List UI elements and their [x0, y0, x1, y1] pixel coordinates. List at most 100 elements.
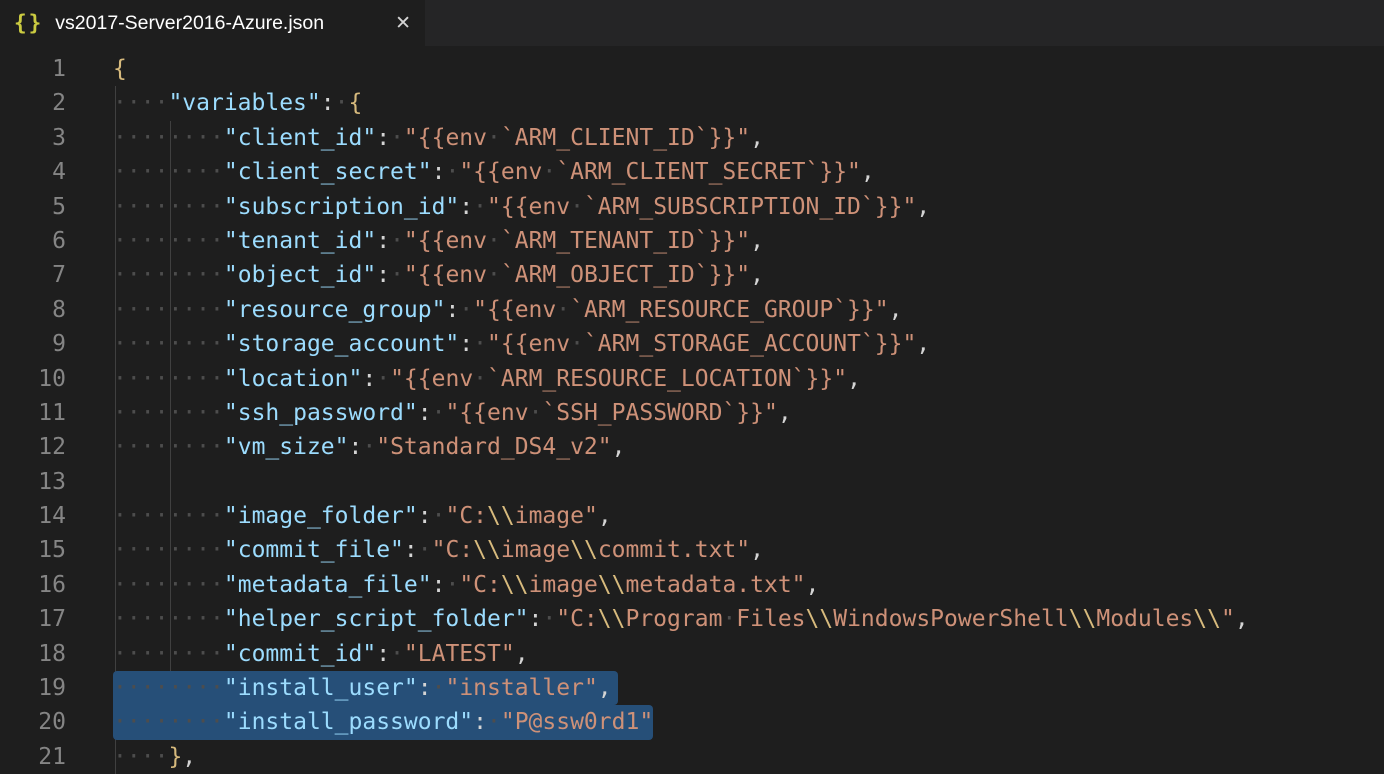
json-string-value: "C:: [445, 503, 487, 529]
code-line-12[interactable]: ········"vm_size":·"Standard_DS4_v2",: [113, 430, 1384, 464]
code-line-1[interactable]: {: [113, 52, 1384, 86]
json-string-value: image: [529, 572, 598, 598]
json-string-value: Program: [625, 606, 722, 632]
code-line-10[interactable]: ········"location":·"{{env·`ARM_RESOURCE…: [113, 362, 1384, 396]
json-punctuation: ,: [182, 744, 196, 770]
whitespace-dot: ·: [335, 90, 349, 116]
line-number[interactable]: 2: [0, 86, 66, 120]
json-string-value: "{{env: [404, 228, 487, 254]
code-line-5[interactable]: ········"subscription_id":·"{{env·`ARM_S…: [113, 190, 1384, 224]
code-line-19[interactable]: ········"install_user":·"installer",: [113, 671, 1384, 705]
json-punctuation: ,: [1235, 606, 1249, 632]
code-area[interactable]: {····"variables":·{········"client_id":·…: [113, 52, 1384, 774]
line-number[interactable]: 18: [0, 637, 66, 671]
code-line-9[interactable]: ········"storage_account":·"{{env·`ARM_S…: [113, 327, 1384, 361]
line-number[interactable]: 16: [0, 568, 66, 602]
code-line-2[interactable]: ····"variables":·{: [113, 86, 1384, 120]
code-line-13[interactable]: [113, 465, 1384, 499]
whitespace-dot: ·: [182, 606, 196, 632]
tab-filename: vs2017-Server2016-Azure.json: [55, 12, 385, 35]
whitespace-dot: ·: [487, 125, 501, 151]
line-number[interactable]: 11: [0, 396, 66, 430]
whitespace-dot: ·: [127, 297, 141, 323]
line-number[interactable]: 1: [0, 52, 66, 86]
json-punctuation: :: [376, 125, 390, 151]
tab-close-icon[interactable]: ✕: [395, 12, 411, 34]
whitespace-dot: ·: [418, 537, 432, 563]
json-string-value: `ARM_STORAGE_ACCOUNT`}}": [584, 331, 916, 357]
whitespace-dot: ·: [113, 503, 127, 529]
json-key: "variables": [168, 90, 320, 116]
code-line-6[interactable]: ········"tenant_id":·"{{env·`ARM_TENANT_…: [113, 224, 1384, 258]
json-key: "commit_id": [224, 641, 376, 667]
line-number-gutter[interactable]: 123456789101112131415161718192021: [0, 52, 66, 774]
whitespace-dot: ·: [127, 159, 141, 185]
json-punctuation: ,: [750, 228, 764, 254]
whitespace-dot: ·: [155, 228, 169, 254]
whitespace-dot: ·: [113, 297, 127, 323]
code-line-4[interactable]: ········"client_secret":·"{{env·`ARM_CLI…: [113, 155, 1384, 189]
whitespace-dot: ·: [210, 641, 224, 667]
line-number[interactable]: 3: [0, 121, 66, 155]
line-number[interactable]: 4: [0, 155, 66, 189]
line-number[interactable]: 17: [0, 602, 66, 636]
line-number[interactable]: 15: [0, 533, 66, 567]
json-string-value: `ARM_TENANT_ID`}}": [501, 228, 750, 254]
whitespace-dot: ·: [445, 159, 459, 185]
line-number[interactable]: 7: [0, 258, 66, 292]
json-punctuation: ,: [861, 159, 875, 185]
line-number[interactable]: 21: [0, 740, 66, 774]
json-key: "client_secret": [224, 159, 432, 185]
json-punctuation: ,: [612, 434, 626, 460]
json-punctuation: ,: [598, 675, 612, 701]
whitespace-dot: ·: [182, 159, 196, 185]
json-escape: \\: [598, 572, 626, 598]
code-editor[interactable]: 123456789101112131415161718192021 {····"…: [0, 46, 1384, 52]
code-line-7[interactable]: ········"object_id":·"{{env·`ARM_OBJECT_…: [113, 258, 1384, 292]
code-line-18[interactable]: ········"commit_id":·"LATEST",: [113, 637, 1384, 671]
code-line-3[interactable]: ········"client_id":·"{{env·`ARM_CLIENT_…: [113, 121, 1384, 155]
whitespace-dot: ·: [141, 194, 155, 220]
whitespace-dot: ·: [141, 675, 155, 701]
whitespace-dot: ·: [168, 537, 182, 563]
whitespace-dot: ·: [210, 606, 224, 632]
whitespace-dot: ·: [196, 262, 210, 288]
line-number[interactable]: 14: [0, 499, 66, 533]
whitespace-dot: ·: [182, 125, 196, 151]
code-line-14[interactable]: ········"image_folder":·"C:\\image",: [113, 499, 1384, 533]
json-key: "resource_group": [224, 297, 446, 323]
whitespace-dot: ·: [182, 297, 196, 323]
json-punctuation: ,: [515, 641, 529, 667]
code-line-11[interactable]: ········"ssh_password":·"{{env·`SSH_PASS…: [113, 396, 1384, 430]
line-number[interactable]: 8: [0, 293, 66, 327]
line-number[interactable]: 5: [0, 190, 66, 224]
json-string-value: "LATEST": [404, 641, 515, 667]
line-number[interactable]: 10: [0, 362, 66, 396]
json-punctuation: ,: [750, 125, 764, 151]
tab-vs2017-server2016-azure[interactable]: {} vs2017-Server2016-Azure.json ✕: [0, 0, 425, 46]
code-line-16[interactable]: ········"metadata_file":·"C:\\image\\met…: [113, 568, 1384, 602]
tab-bar: {} vs2017-Server2016-Azure.json ✕: [0, 0, 1384, 46]
line-number[interactable]: 6: [0, 224, 66, 258]
code-line-20[interactable]: ········"install_password":·"P@ssw0rd1": [113, 705, 1384, 739]
line-number[interactable]: 13: [0, 465, 66, 499]
whitespace-dot: ·: [141, 537, 155, 563]
code-line-8[interactable]: ········"resource_group":·"{{env·`ARM_RE…: [113, 293, 1384, 327]
json-string-value: "P@ssw0rd1": [501, 709, 653, 735]
code-line-15[interactable]: ········"commit_file":·"C:\\image\\commi…: [113, 533, 1384, 567]
whitespace-dot: ·: [210, 228, 224, 254]
code-line-17[interactable]: ········"helper_script_folder":·"C:\\Pro…: [113, 602, 1384, 636]
line-number[interactable]: 19: [0, 671, 66, 705]
json-key: "install_password": [224, 709, 473, 735]
line-number[interactable]: 20: [0, 705, 66, 739]
code-line-21[interactable]: ····},: [113, 740, 1384, 774]
whitespace-dot: ·: [432, 400, 446, 426]
json-key: "vm_size": [224, 434, 349, 460]
json-string-value: `ARM_CLIENT_ID`}}": [501, 125, 750, 151]
line-number[interactable]: 12: [0, 430, 66, 464]
whitespace-dot: ·: [570, 194, 584, 220]
line-number[interactable]: 9: [0, 327, 66, 361]
whitespace-dot: ·: [168, 159, 182, 185]
whitespace-dot: ·: [168, 297, 182, 323]
whitespace-dot: ·: [196, 194, 210, 220]
